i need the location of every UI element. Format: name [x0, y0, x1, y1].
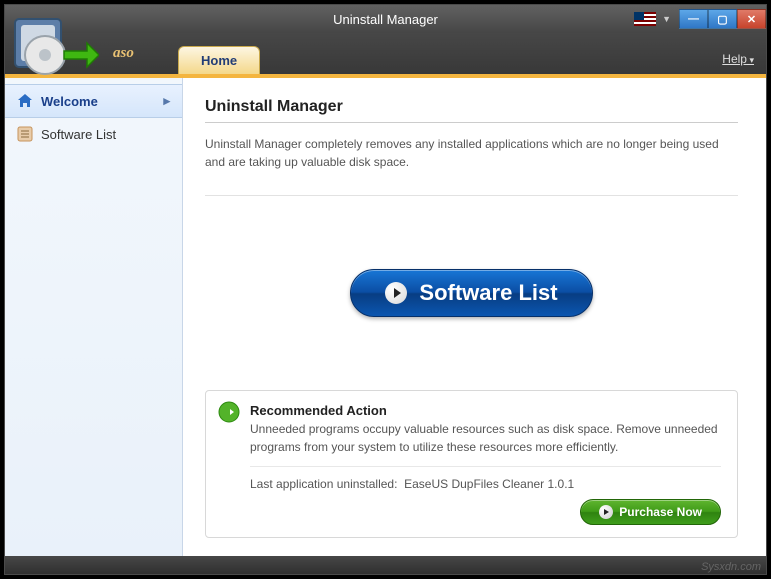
- sidebar-item-label: Software List: [41, 127, 116, 142]
- app-logo-icon: [9, 15, 99, 81]
- page-description: Uninstall Manager completely removes any…: [205, 135, 738, 196]
- last-uninstalled-label: Last application uninstalled:: [250, 477, 397, 491]
- primary-action-area: Software List: [205, 196, 738, 390]
- watermark: Sysxdn.com: [701, 561, 761, 573]
- page-title: Uninstall Manager: [205, 98, 738, 123]
- recommended-title: Recommended Action: [250, 403, 721, 418]
- sidebar-item-label: Welcome: [41, 94, 98, 109]
- play-icon: [385, 282, 407, 304]
- flag-us-icon[interactable]: [634, 12, 656, 26]
- recommended-action-box: Recommended Action Unneeded programs occ…: [205, 390, 738, 538]
- recommended-text: Unneeded programs occupy valuable resour…: [250, 420, 721, 467]
- content-pane: Uninstall Manager Uninstall Manager comp…: [183, 78, 766, 556]
- sidebar-item-software-list[interactable]: Software List: [5, 118, 182, 150]
- body: Welcome Software List Uninstall Manager …: [5, 78, 766, 556]
- toolbar: aso Home Help: [5, 33, 766, 78]
- play-icon: [599, 505, 613, 519]
- last-uninstalled: Last application uninstalled: EaseUS Dup…: [250, 477, 721, 491]
- list-icon: [17, 126, 33, 142]
- statusbar: [5, 556, 766, 574]
- last-uninstalled-value: EaseUS DupFiles Cleaner 1.0.1: [404, 477, 574, 491]
- brand-text: aso: [113, 45, 134, 62]
- tab-home[interactable]: Home: [178, 46, 260, 74]
- sidebar-item-welcome[interactable]: Welcome: [5, 84, 182, 118]
- close-button[interactable]: ✕: [737, 9, 766, 29]
- purchase-now-button[interactable]: Purchase Now: [580, 499, 721, 525]
- minimize-button[interactable]: —: [679, 9, 708, 29]
- tabbar: Home: [178, 46, 260, 74]
- software-list-button[interactable]: Software List: [350, 269, 592, 317]
- home-icon: [17, 93, 33, 109]
- help-menu[interactable]: Help: [722, 52, 754, 66]
- maximize-button[interactable]: ▢: [708, 9, 737, 29]
- primary-button-label: Software List: [419, 280, 557, 306]
- sidebar: Welcome Software List: [5, 78, 183, 556]
- app-window: Uninstall Manager ▼ — ▢ ✕ aso Home Help: [4, 4, 767, 575]
- titlebar: Uninstall Manager ▼ — ▢ ✕: [5, 5, 766, 33]
- purchase-button-label: Purchase Now: [619, 505, 702, 519]
- arrow-right-circle-icon: [218, 401, 240, 423]
- language-dropdown-icon[interactable]: ▼: [662, 14, 671, 24]
